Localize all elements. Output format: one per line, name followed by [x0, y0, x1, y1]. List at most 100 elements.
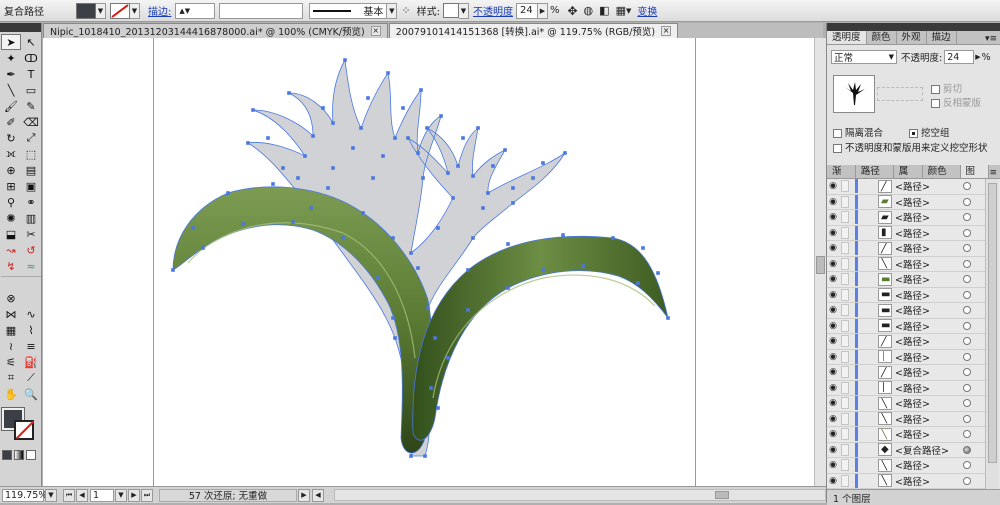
chevron-down-icon[interactable]: ▼	[458, 2, 469, 19]
anchor-point[interactable]	[446, 356, 450, 360]
document-tab-2[interactable]: 20079101414151368 [转换].ai* @ 119.75% (RG…	[388, 23, 679, 38]
lock-toggle[interactable]	[841, 288, 849, 301]
anchor-point[interactable]	[656, 271, 660, 275]
target-circle-icon[interactable]	[963, 259, 971, 268]
eye-icon[interactable]: ◉	[827, 367, 839, 377]
brush-select[interactable]: 基本	[309, 2, 388, 19]
chevron-right-icon[interactable]: ▶	[298, 488, 310, 502]
eye-icon[interactable]: ◉	[827, 290, 839, 300]
shape-builder-tool-icon[interactable]: ⊕	[1, 162, 21, 178]
anchor-point[interactable]	[393, 336, 397, 340]
layer-row[interactable]: ◉ ╲ <路径>	[827, 411, 985, 427]
anchor-point[interactable]	[439, 114, 443, 118]
anchor-point[interactable]	[423, 454, 427, 458]
opacity-input[interactable]: 24	[944, 50, 975, 64]
anchor-point[interactable]	[331, 166, 335, 170]
stroke-none-swatch[interactable]	[110, 2, 130, 19]
target-circle-icon[interactable]	[963, 337, 971, 346]
layer-row[interactable]: ◉ ▬ <路径>	[827, 303, 985, 319]
panel-menu-icon[interactable]: ▾≡	[985, 34, 997, 44]
eye-icon[interactable]: ◉	[827, 398, 839, 408]
layer-row[interactable]: ◉ ╱ <路径>	[827, 365, 985, 381]
eye-icon[interactable]: ◉	[827, 197, 839, 207]
anchor-point[interactable]	[491, 164, 495, 168]
gradient-tool-icon[interactable]: ▣	[21, 178, 41, 194]
isolate-checkbox[interactable]	[833, 129, 842, 138]
invert-mask-checkbox[interactable]	[931, 99, 940, 108]
lock-toggle[interactable]	[841, 350, 849, 363]
canvas-vertical-scrollbar[interactable]	[814, 38, 826, 486]
eye-icon[interactable]: ◉	[827, 259, 839, 269]
tab-appearance[interactable]: 外观	[897, 31, 927, 44]
anchor-point[interactable]	[581, 264, 585, 268]
invert-mask-option[interactable]: 反相蒙版	[931, 95, 981, 109]
shear-tool-icon[interactable]: ⋈	[1, 306, 21, 322]
zoom-tool-icon[interactable]: 🔍	[21, 386, 41, 402]
layer-row[interactable]: ◉ ╲ <路径>	[827, 427, 985, 443]
anchor-point[interactable]	[461, 136, 465, 140]
anchor-point[interactable]	[641, 246, 645, 250]
layer-row[interactable]: ◉ ◆ <复合路径>	[827, 442, 985, 458]
eye-icon[interactable]: ◉	[827, 445, 839, 455]
chevron-down-icon[interactable]: ▼	[387, 2, 398, 19]
anchor-point[interactable]	[471, 236, 475, 240]
anchor-point[interactable]	[425, 126, 429, 130]
layer-row[interactable]: ◉ ╱ <路径>	[827, 179, 985, 195]
anchor-point[interactable]	[541, 268, 545, 272]
stroke-weight-input[interactable]: ▲▼	[175, 2, 216, 19]
tab-color[interactable]: 颜色	[867, 31, 897, 44]
slice-tool-icon[interactable]: ✂	[21, 226, 41, 242]
anchor-point[interactable]	[343, 58, 347, 62]
paintbrush-tool-icon[interactable]: 🖌	[1, 98, 21, 114]
anchor-point[interactable]	[561, 233, 565, 237]
anchor-point[interactable]	[271, 182, 275, 186]
layer-row[interactable]: ◉ ╱ <路径>	[827, 334, 985, 350]
layer-row[interactable]: ◉ ▰ <路径>	[827, 194, 985, 210]
zoom-input[interactable]: 119.75%	[2, 488, 47, 502]
eye-icon[interactable]: ◉	[827, 321, 839, 331]
anchor-point[interactable]	[563, 151, 567, 155]
close-icon[interactable]: ×	[661, 26, 672, 36]
target-circle-icon[interactable]	[963, 228, 971, 237]
tab-transparency[interactable]: 透明度	[827, 31, 867, 44]
eye-icon[interactable]: ◉	[827, 414, 839, 424]
prev-page-icon[interactable]: ◀	[76, 488, 88, 502]
layer-row[interactable]: ◉ ▬ <路径>	[827, 272, 985, 288]
plant-artwork[interactable]	[43, 38, 814, 486]
artboard-canvas[interactable]	[43, 38, 814, 486]
anchor-point[interactable]	[381, 154, 385, 158]
direct-selection-tool-icon[interactable]: ↖	[21, 34, 41, 50]
layer-row[interactable]: ◉ ▬ <路径>	[827, 287, 985, 303]
clip-option[interactable]: 剪切	[931, 81, 962, 95]
eye-icon[interactable]: ◉	[827, 429, 839, 439]
anchor-point[interactable]	[666, 316, 670, 320]
rotate-tool-icon[interactable]: ↻	[1, 130, 21, 146]
anchor-point[interactable]	[351, 146, 355, 150]
anchor-point[interactable]	[433, 336, 437, 340]
anchor-point[interactable]	[391, 236, 395, 240]
panel-grip[interactable]	[827, 23, 1000, 31]
color-mode-button[interactable]	[2, 450, 12, 460]
type-tool-icon[interactable]: T	[21, 66, 41, 82]
anchor-point[interactable]	[291, 220, 295, 224]
lock-toggle[interactable]	[841, 319, 849, 332]
anchor-point[interactable]	[511, 201, 515, 205]
lock-toggle[interactable]	[841, 335, 849, 348]
lock-toggle[interactable]	[841, 211, 849, 224]
anchor-point[interactable]	[466, 268, 470, 272]
layer-row[interactable]: ◉ ▮ <路径>	[827, 225, 985, 241]
target-circle-icon[interactable]	[963, 430, 971, 439]
document-tab-1[interactable]: Nipic_1018410_20131203144416878000.ai* @…	[43, 23, 388, 38]
chevron-down-icon[interactable]: ▼	[130, 2, 140, 19]
anchor-point[interactable]	[531, 176, 535, 180]
anchor-point[interactable]	[456, 164, 460, 168]
isolate-blending-option[interactable]: 隔离混合	[833, 125, 883, 139]
chevron-down-icon[interactable]: ▼	[96, 2, 106, 19]
brush-definition[interactable]: 基本 ▼	[309, 2, 398, 20]
clip-checkbox[interactable]	[931, 85, 940, 94]
layer-row[interactable]: ◉ ∣ <路径>	[827, 380, 985, 396]
anchor-point[interactable]	[541, 161, 545, 165]
stroke-link[interactable]: 描边:	[148, 3, 171, 18]
panel-grip[interactable]	[0, 23, 41, 32]
anchor-point[interactable]	[416, 266, 420, 270]
